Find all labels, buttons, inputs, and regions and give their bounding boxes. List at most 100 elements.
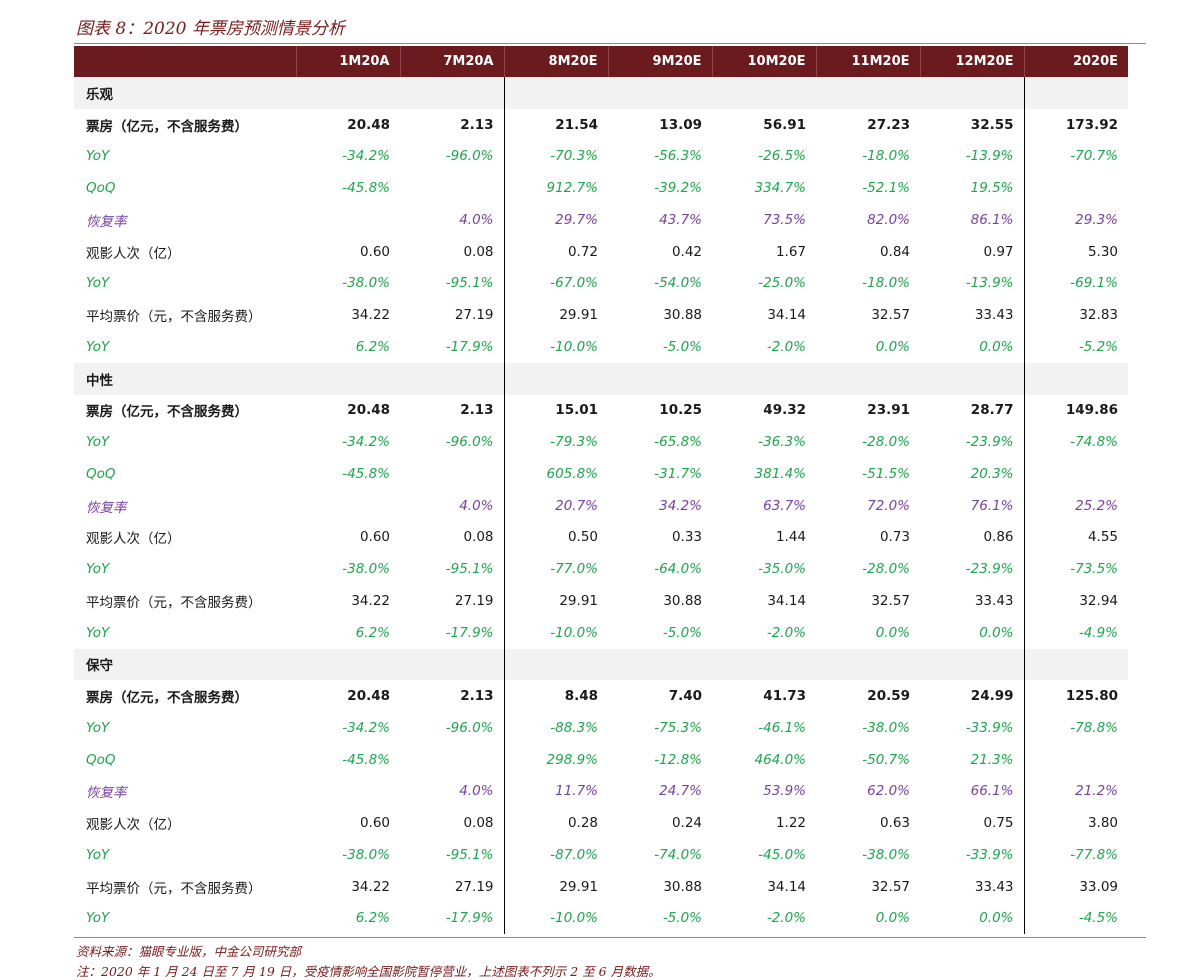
table-cell: 25.2%: [1075, 497, 1118, 514]
source-note: 资料来源：猫眼专业版，中金公司研究部: [76, 944, 302, 959]
table-cell: 1.44: [775, 529, 806, 546]
table-cell: -78.8%: [1070, 719, 1118, 736]
table-cell: -45.8%: [342, 465, 390, 482]
table-cell: -95.1%: [445, 561, 494, 578]
table-cell: -35.0%: [758, 561, 806, 578]
table-cell: 6.2%: [355, 624, 390, 641]
table-cell: -18.0%: [862, 148, 910, 165]
section-row: 保守: [74, 648, 1128, 681]
table-cell: [400, 77, 504, 109]
table-cell: 0.0%: [875, 624, 910, 641]
table-row: QoQ -45.8% 298.9% -12.8% 464.0% -50.7% 21.3%: [74, 743, 1128, 776]
table-cell: -2.0%: [766, 338, 806, 355]
table-cell: -38.0%: [862, 846, 910, 863]
table-cell: 0.84: [879, 243, 910, 260]
table-cell: 20.3%: [920, 458, 1025, 490]
table-cell: 32.57: [871, 878, 910, 895]
row-label: QoQ: [86, 751, 116, 768]
table-cell: 33.43: [920, 870, 1025, 903]
table-cell: 149.86: [1065, 402, 1118, 419]
table-cell: 0.0%: [920, 616, 1025, 649]
table-row: YoY -38.0% -95.1% -77.0% -64.0% -35.0% -28.0% -…: [74, 553, 1128, 585]
row-label: 票房（亿元，不含服务费）: [86, 690, 248, 707]
table-cell: -50.7%: [862, 751, 910, 768]
table-row: YoY 6.2% -17.9% -10.0% -5.0% -2.0% 0.0% 0.0% -4.…: [74, 902, 1128, 935]
table-cell: -34.2%: [342, 148, 390, 165]
header-row: 1M20A 7M20A 8M20E 9M20E 10M20E 11M20E 12M20E 20…: [74, 46, 1128, 77]
table-cell: 29.91: [503, 870, 608, 903]
table-cell: [503, 648, 608, 681]
table-row: QoQ -45.8% 605.8% -31.7% 381.4% -51.5% 20.3%: [74, 458, 1128, 490]
table-cell: [503, 362, 608, 395]
table-row: YoY -38.0% -95.1% -87.0% -74.0% -45.0% -38.0% -…: [74, 839, 1128, 871]
row-label: 平均票价（元，不含服务费）: [86, 880, 262, 897]
table-cell: -4.9%: [1078, 624, 1118, 641]
table-cell: 32.83: [1079, 307, 1118, 324]
table-cell: [712, 77, 816, 109]
table-cell: 0.75: [920, 807, 1025, 839]
row-label: 保守: [74, 648, 296, 681]
top-rule: [74, 43, 1146, 44]
table-cell: [296, 204, 400, 236]
table-cell: -96.0%: [445, 148, 494, 165]
table-cell: 34.14: [767, 592, 806, 609]
table-cell: -45.0%: [758, 846, 806, 863]
table-cell: 82.0%: [867, 211, 910, 228]
table-cell: 34.22: [351, 878, 390, 895]
table-cell: -5.0%: [662, 624, 702, 641]
table-cell: 49.32: [763, 402, 806, 419]
table-cell: 30.88: [663, 307, 702, 324]
table-cell: [608, 362, 712, 395]
column-header: 9M20E: [608, 46, 713, 77]
row-label: 乐观: [74, 77, 296, 109]
row-label: YoY: [86, 561, 110, 578]
table-cell: 20.48: [347, 402, 390, 419]
table-cell: -34.2%: [342, 719, 390, 736]
table-cell: -12.8%: [654, 751, 702, 768]
table-cell: -38.0%: [342, 275, 390, 292]
table-cell: 32.57: [871, 592, 910, 609]
table-row: 票房（亿元，不含服务费） 20.48 2.13 21.54 13.09 56.91 27.2…: [74, 108, 1128, 141]
table-cell: -46.1%: [758, 719, 806, 736]
table-cell: 4.55: [1087, 529, 1118, 546]
table-cell: 4.0%: [459, 497, 494, 514]
table-cell: 0.28: [503, 807, 608, 839]
table-cell: 0.24: [671, 815, 702, 832]
table-cell: -33.9%: [920, 839, 1025, 871]
table-cell: -34.2%: [342, 434, 390, 451]
table-cell: [400, 172, 504, 204]
table-cell: 86.1%: [920, 204, 1025, 236]
table-cell: -5.0%: [662, 910, 702, 927]
table-cell: 605.8%: [503, 458, 608, 490]
row-label: QoQ: [86, 465, 116, 482]
table-cell: 29.91: [503, 299, 608, 331]
table-row: 恢复率 4.0% 20.7% 34.2% 63.7% 72.0% 76.1% 25.2%: [74, 489, 1128, 522]
table-row: 平均票价（元，不含服务费） 34.22 27.19 29.91 30.88 34.14 32…: [74, 585, 1128, 617]
row-label: 观影人次（亿）: [86, 817, 181, 834]
table-row: 观影人次（亿） 0.60 0.08 0.72 0.42 1.67 0.84 0.97 5.30: [74, 235, 1128, 268]
table-cell: 0.60: [359, 243, 390, 260]
table-cell: [816, 77, 920, 109]
table-cell: 29.91: [503, 585, 608, 617]
table-row: 恢复率 4.0% 29.7% 43.7% 73.5% 82.0% 86.1% 29.3%: [74, 204, 1128, 236]
table-cell: 56.91: [763, 116, 806, 133]
row-label: YoY: [86, 434, 110, 451]
section-row: 中性: [74, 362, 1128, 395]
table-cell: -38.0%: [342, 846, 390, 863]
table-cell: -74.8%: [1070, 434, 1118, 451]
row-label: YoY: [86, 846, 110, 863]
table-cell: [712, 362, 816, 395]
table-cell: 33.43: [920, 585, 1025, 617]
table-cell: 27.19: [454, 307, 494, 324]
table-cell: 20.7%: [503, 489, 608, 522]
table-cell: -2.0%: [766, 624, 806, 641]
table-cell: 13.09: [659, 116, 702, 133]
table-cell: -70.7%: [1070, 148, 1118, 165]
table-cell: 4.0%: [459, 783, 494, 800]
section-row: 乐观: [74, 77, 1128, 109]
table-cell: 6.2%: [355, 338, 390, 355]
table-cell: [400, 648, 504, 681]
table-cell: 24.99: [920, 680, 1025, 712]
table-cell: -45.8%: [342, 180, 390, 197]
table-cell: 334.7%: [754, 180, 806, 197]
